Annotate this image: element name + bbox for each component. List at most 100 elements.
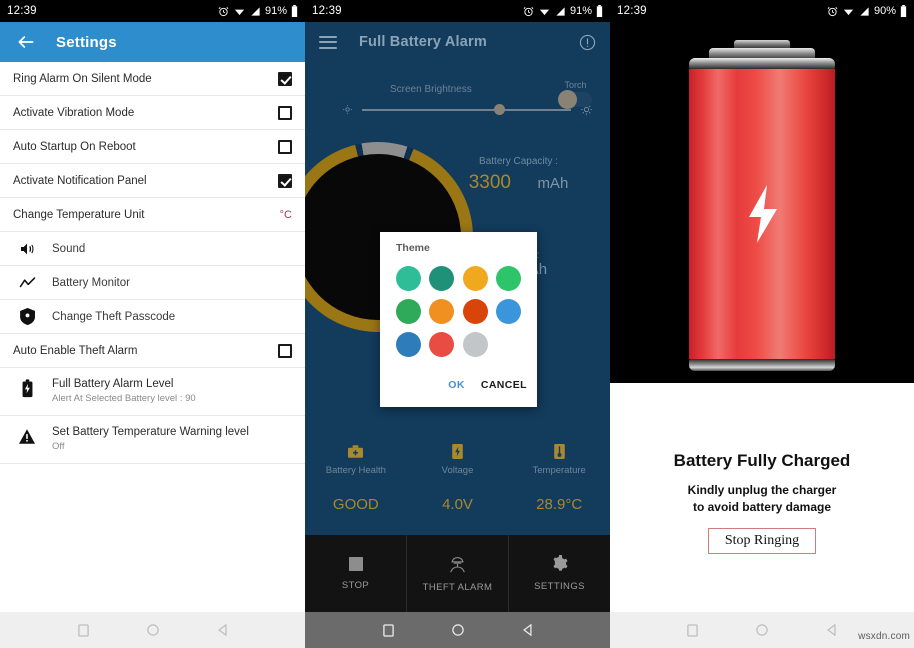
- setting-row-auto-startup[interactable]: Auto Startup On Reboot: [0, 130, 305, 164]
- bottom-nav-theft-alarm[interactable]: THEFT ALARM: [407, 535, 509, 612]
- checkbox-notification-panel[interactable]: [278, 173, 292, 188]
- torch-control[interactable]: Torch: [558, 80, 592, 109]
- torch-toggle-knob[interactable]: [558, 90, 577, 109]
- theme-dialog-title: Theme: [396, 242, 430, 254]
- setting-sublabel: Alert At Selected Battery level : 90: [52, 393, 196, 404]
- theme-swatch[interactable]: [396, 266, 421, 291]
- appbar-app: Full Battery Alarm: [305, 22, 610, 62]
- theme-swatch[interactable]: [429, 299, 455, 324]
- setting-label: Activate Vibration Mode: [13, 106, 135, 119]
- panel-alarm-screen: 12:39 90% Battery Fully Charged Kindly u…: [610, 0, 914, 648]
- brightness-low-icon: [343, 105, 352, 114]
- torch-label: Torch: [564, 80, 587, 90]
- battery-charging-icon: [689, 40, 835, 371]
- lightning-bolt-icon: [749, 185, 777, 243]
- nav-recents-icon[interactable]: [77, 623, 89, 637]
- statusbar-app: 12:39 91%: [305, 0, 610, 22]
- nav-recents-icon[interactable]: [382, 623, 394, 637]
- checkbox-auto-theft-alarm[interactable]: [278, 343, 292, 358]
- setting-row-battery-monitor[interactable]: Battery Monitor: [0, 266, 305, 300]
- theme-swatch[interactable]: [462, 299, 488, 324]
- shield-icon: [18, 308, 36, 326]
- statusbar-time: 12:39: [312, 5, 342, 17]
- theme-swatch[interactable]: [462, 266, 488, 291]
- stop-ringing-button[interactable]: Stop Ringing: [707, 528, 817, 554]
- setting-label: Change Temperature Unit: [13, 208, 145, 221]
- theme-swatch[interactable]: [462, 332, 488, 357]
- checkbox-auto-startup[interactable]: [278, 139, 292, 154]
- theme-swatch[interactable]: [396, 299, 421, 324]
- android-navbar-left: [0, 612, 305, 648]
- signal-icon: [251, 6, 260, 16]
- nav-back-icon[interactable]: [522, 624, 533, 636]
- nav-home-icon[interactable]: [146, 624, 159, 636]
- setting-row-temperature-unit[interactable]: Change Temperature Unit °C: [0, 198, 305, 232]
- setting-row-sound[interactable]: Sound: [0, 232, 305, 266]
- battery-graphic-stage: [610, 22, 914, 390]
- battery-body: [689, 69, 835, 359]
- theme-swatch[interactable]: [495, 299, 521, 324]
- theme-swatch[interactable]: [495, 266, 521, 291]
- setting-sublabel: Off: [52, 441, 65, 452]
- app-bottom-nav: STOP THEFT ALARM SETTINGS: [305, 535, 610, 612]
- info-circle-icon[interactable]: [579, 34, 596, 51]
- bottom-nav-label: THEFT ALARM: [422, 581, 493, 593]
- panel-settings: 12:39 91% Settings Ring Alarm On Silent …: [0, 0, 305, 648]
- battery-rim-top: [689, 58, 835, 69]
- setting-label: Auto Startup On Reboot: [13, 140, 136, 153]
- statusbar-battery-percent: 90%: [873, 5, 896, 17]
- back-arrow-icon[interactable]: [16, 32, 36, 52]
- setting-label: Sound: [52, 242, 86, 255]
- nav-recents-icon[interactable]: [687, 623, 698, 637]
- brightness-control: Screen Brightness Torch: [305, 80, 610, 130]
- theme-dialog-cancel-button[interactable]: CANCEL: [481, 379, 527, 391]
- setting-row-theft-passcode[interactable]: Change Theft Passcode: [0, 300, 305, 334]
- setting-row-temperature-warning-level[interactable]: Set Battery Temperature Warning level Of…: [0, 416, 305, 464]
- nav-home-icon[interactable]: [756, 624, 768, 636]
- bottom-nav-label: STOP: [341, 579, 370, 591]
- three-phone-screenshot-composite: 12:39 91% Settings Ring Alarm On Silent …: [0, 0, 914, 648]
- bottom-nav-stop[interactable]: STOP: [305, 535, 407, 612]
- setting-row-full-battery-alarm-level[interactable]: Full Battery Alarm Level Alert At Select…: [0, 368, 305, 416]
- stat-label: Battery Health: [325, 465, 386, 476]
- android-navbar-center: [305, 612, 610, 648]
- theme-swatch[interactable]: [396, 332, 421, 357]
- signal-icon: [556, 6, 565, 16]
- battery-icon: [900, 5, 907, 17]
- wifi-icon: [843, 9, 854, 15]
- setting-row-notification-panel[interactable]: Activate Notification Panel: [0, 164, 305, 198]
- stat-battery-health: Battery Health GOOD: [305, 440, 407, 535]
- statusbar-time: 12:39: [617, 5, 647, 17]
- statusbar-battery-percent: 91%: [264, 5, 287, 17]
- android-navbar-right: wsxdn.com: [610, 612, 914, 648]
- stat-voltage: Voltage 4.0V: [407, 440, 509, 535]
- bottom-nav-settings[interactable]: SETTINGS: [509, 535, 610, 612]
- page-title: Settings: [56, 33, 117, 51]
- setting-row-ring-alarm-silent[interactable]: Ring Alarm On Silent Mode: [0, 62, 305, 96]
- watermark: wsxdn.com: [858, 631, 910, 642]
- nav-home-icon[interactable]: [451, 624, 464, 636]
- health-kit-icon: [305, 440, 407, 462]
- checkbox-vibration[interactable]: [278, 105, 292, 120]
- nav-back-icon[interactable]: [826, 624, 837, 636]
- brightness-slider-thumb[interactable]: [493, 103, 505, 115]
- setting-label: Auto Enable Theft Alarm: [13, 344, 138, 357]
- torch-toggle[interactable]: [558, 90, 592, 109]
- theme-dialog-ok-button[interactable]: OK: [448, 379, 465, 391]
- theme-swatch[interactable]: [429, 332, 455, 357]
- checkbox-ring-alarm-silent[interactable]: [278, 71, 292, 86]
- stat-label: Temperature: [532, 465, 586, 476]
- theme-swatch[interactable]: [429, 266, 455, 291]
- warning-triangle-icon: [18, 426, 36, 446]
- setting-row-vibration[interactable]: Activate Vibration Mode: [0, 96, 305, 130]
- app-title: Full Battery Alarm: [359, 34, 487, 50]
- statusbar-time: 12:39: [7, 5, 37, 17]
- setting-row-auto-theft-alarm[interactable]: Auto Enable Theft Alarm: [0, 334, 305, 368]
- setting-label: Battery Monitor: [52, 276, 130, 289]
- alarm-subtitle-line1: Kindly unplug the charger: [687, 483, 837, 497]
- theme-swatch-grid: [380, 254, 537, 357]
- nav-back-icon[interactable]: [217, 624, 228, 636]
- hamburger-menu-icon[interactable]: [319, 35, 337, 49]
- alarm-alert-card: Battery Fully Charged Kindly unplug the …: [610, 383, 914, 612]
- brightness-slider[interactable]: [362, 103, 571, 115]
